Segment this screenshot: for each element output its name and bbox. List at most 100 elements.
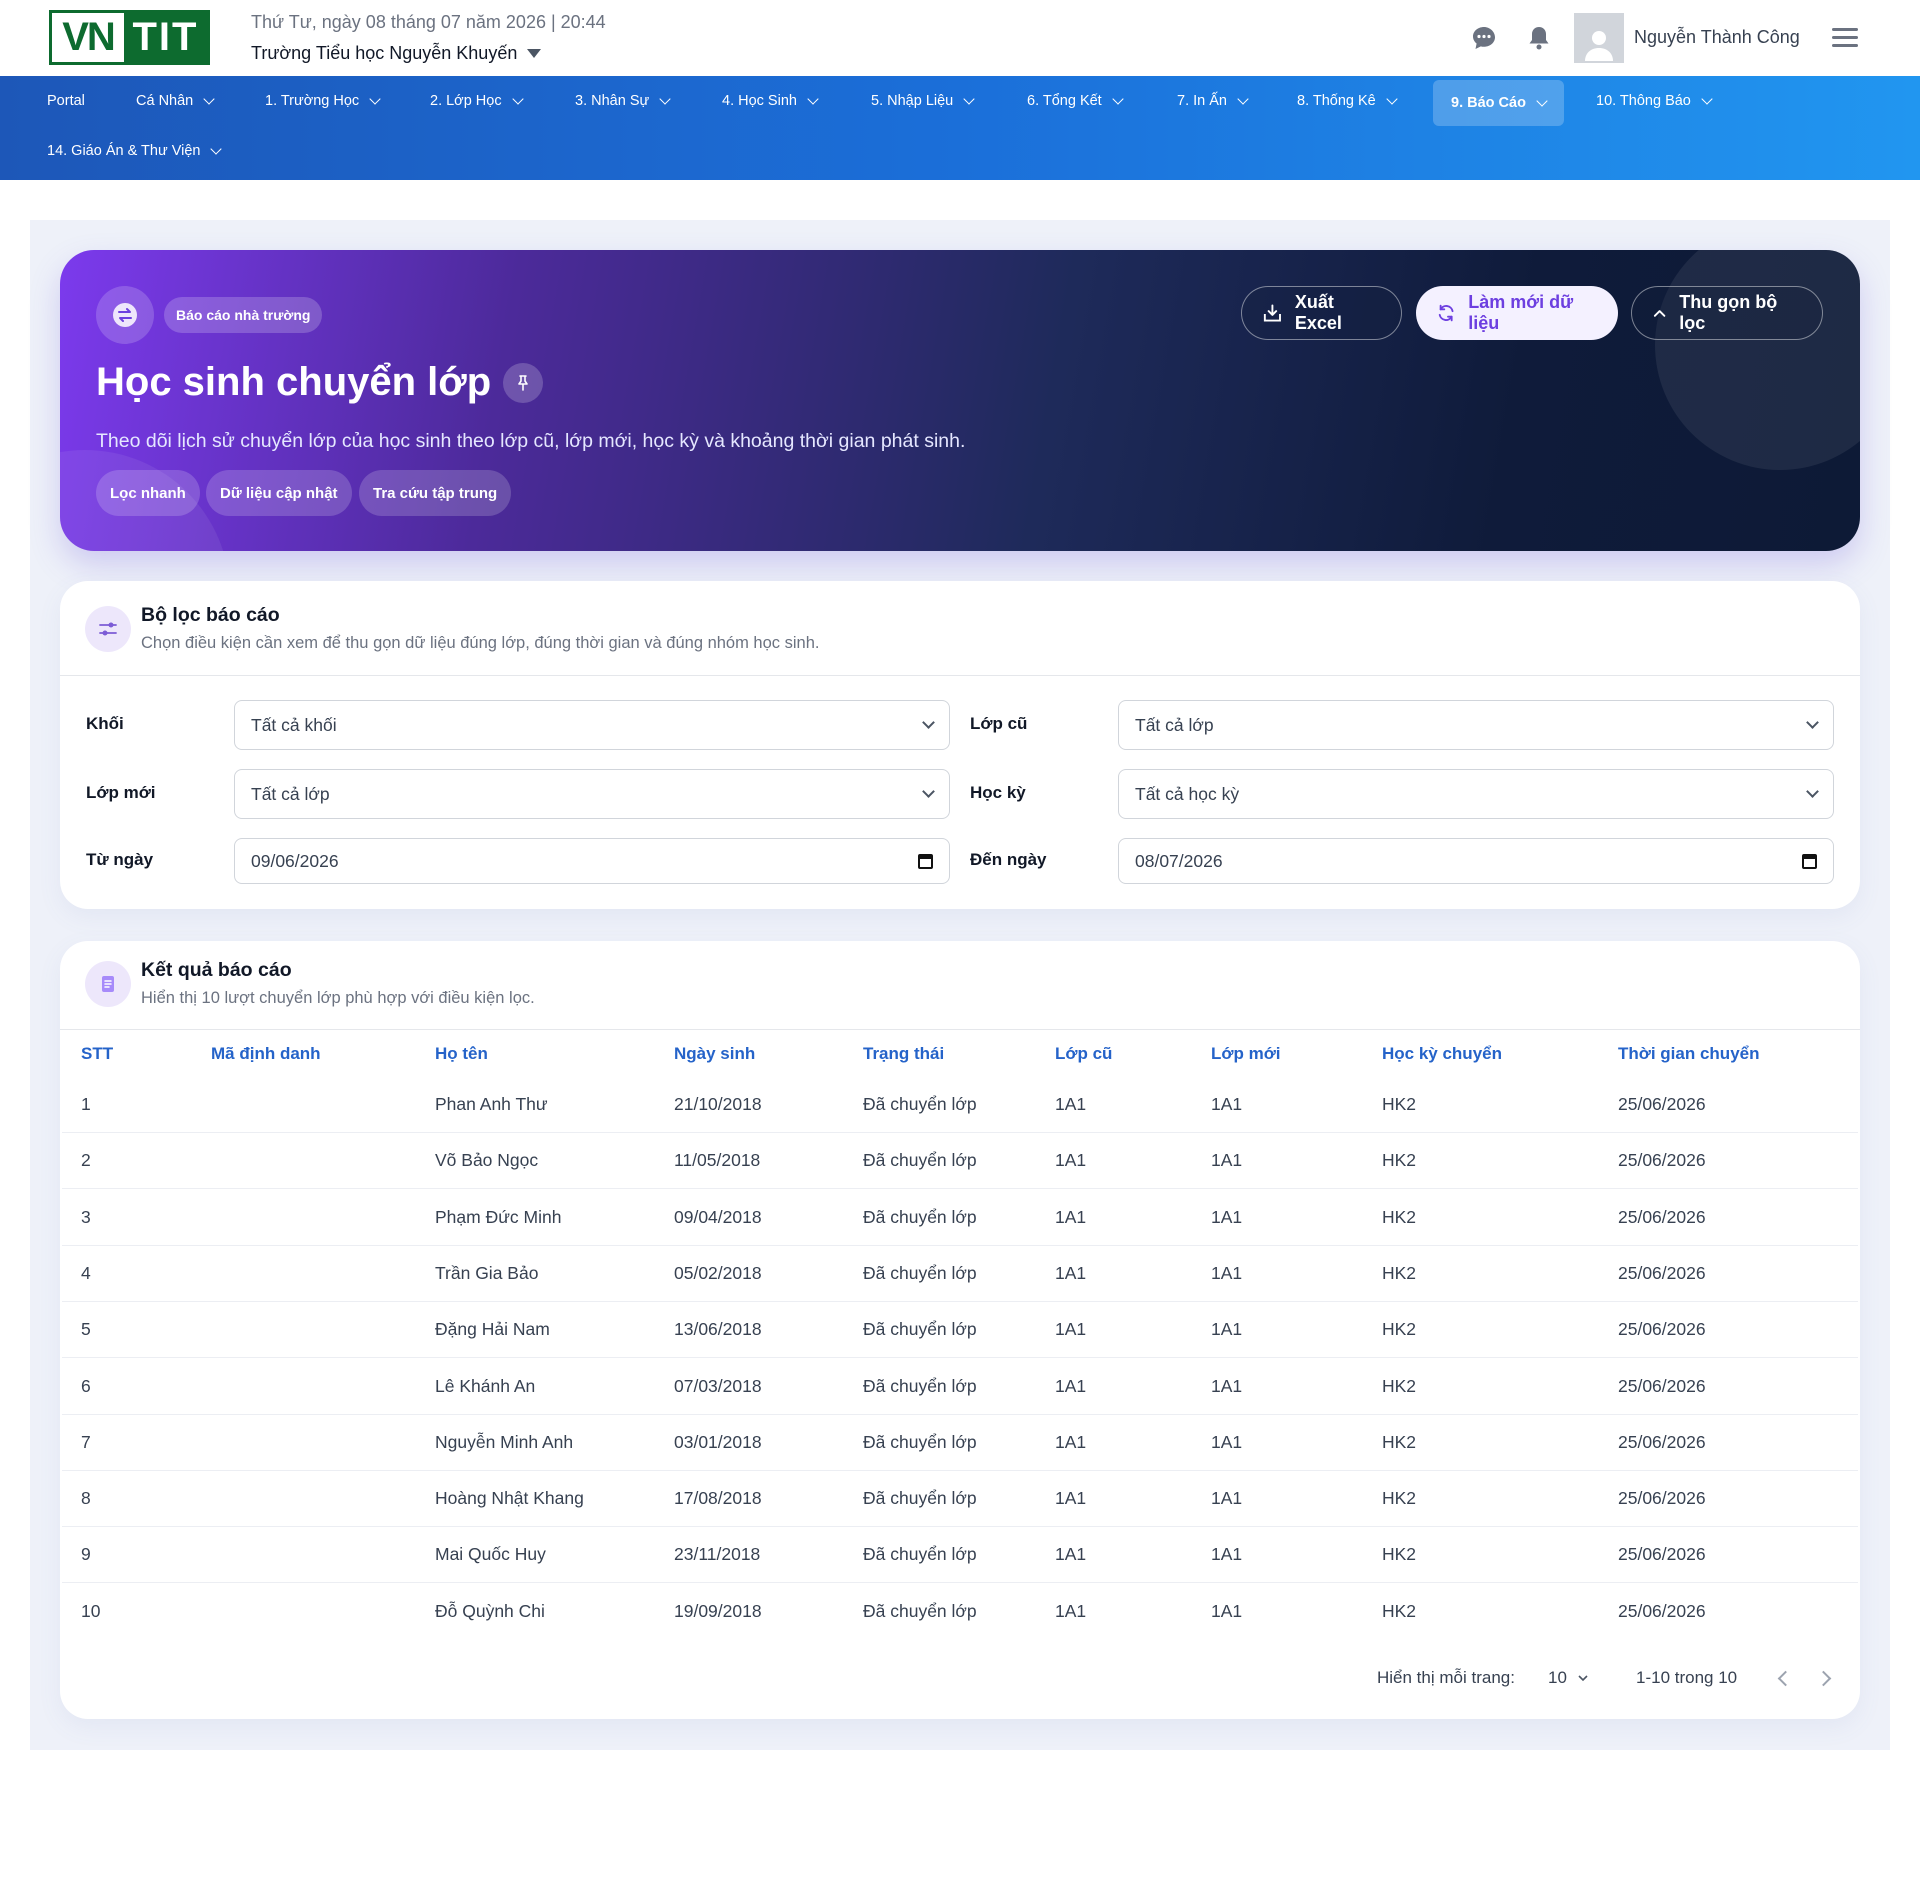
document-icon: [85, 961, 131, 1007]
top-header: VN TIT Thứ Tư, ngày 08 tháng 07 năm 2026…: [0, 0, 1920, 76]
hamburger-icon[interactable]: [1832, 28, 1858, 48]
nav-item-giao-an-thu-vien[interactable]: 14. Giáo Án & Thư Viện: [41, 130, 226, 172]
col-header-lop-cu[interactable]: Lớp cũ: [1055, 1044, 1112, 1064]
chevron-down-icon: [1386, 92, 1398, 105]
nav-item-nhap-lieu[interactable]: 5. Nhập Liệu: [865, 80, 979, 122]
per-page-value: 10: [1548, 1668, 1567, 1687]
to-date-label: Đến ngày: [970, 850, 1047, 869]
from-date-value: 09/06/2026: [251, 850, 339, 871]
new-class-select[interactable]: Tất cả lớp: [234, 769, 950, 819]
to-date-value: 08/07/2026: [1135, 850, 1223, 871]
col-header-stt[interactable]: STT: [81, 1044, 113, 1064]
cell-stt: 6: [81, 1376, 91, 1396]
cell-stt: 8: [81, 1488, 91, 1508]
cell-lop-cu: 1A1: [1055, 1263, 1087, 1283]
cell-lop-moi: 1A1: [1211, 1263, 1243, 1283]
chevron-down-icon: [1112, 92, 1124, 105]
cell-ngay-sinh: 07/03/2018: [674, 1376, 762, 1396]
old-class-select[interactable]: Tất cả lớp: [1118, 700, 1834, 750]
nav-item-nhan-su[interactable]: 3. Nhân Sự: [569, 80, 675, 122]
from-date-input[interactable]: 09/06/2026: [234, 838, 950, 884]
chevron-down-icon: [922, 716, 935, 729]
cell-hoc-ky-chuyen: HK2: [1382, 1319, 1417, 1339]
cell-trang-thai: Đã chuyển lớp: [863, 1432, 977, 1452]
per-page-select[interactable]: 10: [1548, 1668, 1589, 1688]
old-class-select-value: Tất cả lớp: [1135, 714, 1214, 735]
cell-stt: 9: [81, 1544, 91, 1564]
pin-button[interactable]: [503, 362, 544, 403]
chevron-down-icon: [369, 92, 381, 105]
nav-item-ca-nhan[interactable]: Cá Nhân: [130, 80, 219, 122]
cell-thoi-gian-chuyen: 25/06/2026: [1618, 1544, 1706, 1564]
chip-quick-filter[interactable]: Lọc nhanh: [96, 470, 200, 516]
semester-select-value: Tất cả học kỳ: [1135, 783, 1240, 804]
logo-tit-text: TIT: [132, 15, 199, 59]
nav-item-truong-hoc[interactable]: 1. Trường Học: [259, 80, 385, 122]
grade-select[interactable]: Tất cả khối: [234, 700, 950, 750]
cell-trang-thai: Đã chuyển lớp: [863, 1207, 977, 1227]
nav-item-hoc-sinh[interactable]: 4. Học Sinh: [716, 80, 823, 122]
chip-central-lookup[interactable]: Tra cứu tập trung: [359, 470, 512, 516]
nav-label: 3. Nhân Sự: [575, 93, 650, 109]
cell-hoc-ky-chuyen: HK2: [1382, 1488, 1417, 1508]
school-selector[interactable]: Trường Tiểu học Nguyễn Khuyến: [251, 43, 542, 64]
new-class-select-value: Tất cả lớp: [251, 783, 330, 804]
cell-stt: 5: [81, 1319, 91, 1339]
col-header-ho-ten[interactable]: Họ tên: [435, 1044, 488, 1064]
cell-lop-moi: 1A1: [1211, 1488, 1243, 1508]
avatar-icon: [1585, 31, 1613, 61]
decor-circle: [1655, 250, 1860, 470]
col-header-trang-thai[interactable]: Trạng thái: [863, 1044, 944, 1064]
row-divider: [62, 1526, 1858, 1527]
nav-item-lop-hoc[interactable]: 2. Lớp Học: [424, 80, 528, 122]
col-header-thoi-gian-chuyen[interactable]: Thời gian chuyển: [1618, 1044, 1760, 1064]
cell-hoc-ky-chuyen: HK2: [1382, 1544, 1417, 1564]
user-name[interactable]: Nguyễn Thành Công: [1634, 27, 1800, 48]
vntit-logo[interactable]: VN TIT: [49, 10, 210, 65]
refresh-data-button[interactable]: Làm mới dữ liệu: [1416, 286, 1618, 340]
cell-trang-thai: Đã chuyển lớp: [863, 1150, 977, 1170]
nav-label: Cá Nhân: [136, 93, 194, 109]
nav-item-in-an[interactable]: 7. In Ấn: [1171, 80, 1253, 122]
nav-item-tong-ket[interactable]: 6. Tổng Kết: [1021, 80, 1128, 122]
cell-thoi-gian-chuyen: 25/06/2026: [1618, 1094, 1706, 1114]
calendar-icon[interactable]: [918, 853, 933, 869]
chat-icon[interactable]: [1470, 24, 1498, 52]
nav-item-thong-ke[interactable]: 8. Thống Kê: [1291, 80, 1402, 122]
semester-select[interactable]: Tất cả học kỳ: [1118, 769, 1834, 819]
to-date-input[interactable]: 08/07/2026: [1118, 838, 1834, 884]
cell-ho-ten: Phạm Đức Minh: [435, 1207, 562, 1227]
chip-updated-data[interactable]: Dữ liệu cập nhật: [206, 470, 352, 516]
user-avatar[interactable]: [1574, 13, 1624, 63]
filter-card-title: Bộ lọc báo cáo: [141, 604, 280, 626]
nav-item-portal[interactable]: Portal: [41, 80, 91, 122]
cell-lop-moi: 1A1: [1211, 1601, 1243, 1621]
col-header-ma-dinh-danh[interactable]: Mã định danh: [211, 1044, 321, 1064]
col-header-hoc-ky-chuyen[interactable]: Học kỳ chuyển: [1382, 1044, 1502, 1064]
nav-label: Portal: [47, 93, 85, 109]
nav-item-bao-cao[interactable]: 9. Báo Cáo: [1433, 80, 1564, 126]
cell-lop-moi: 1A1: [1211, 1094, 1243, 1114]
chevron-down-icon: [922, 785, 935, 798]
nav-item-thong-bao[interactable]: 10. Thông Báo: [1590, 80, 1717, 122]
nav-label: 9. Báo Cáo: [1451, 95, 1526, 111]
cell-thoi-gian-chuyen: 25/06/2026: [1618, 1601, 1706, 1621]
row-divider: [62, 1188, 1858, 1189]
col-header-ngay-sinh[interactable]: Ngày sinh: [674, 1044, 755, 1064]
col-header-lop-moi[interactable]: Lớp mới: [1211, 1044, 1281, 1064]
calendar-icon[interactable]: [1802, 853, 1817, 869]
cell-ngay-sinh: 03/01/2018: [674, 1432, 762, 1452]
nav-label: 6. Tổng Kết: [1027, 93, 1102, 109]
page-description: Theo dõi lịch sử chuyển lớp của học sinh…: [96, 430, 966, 452]
chevron-down-icon: [1806, 716, 1819, 729]
cell-ngay-sinh: 23/11/2018: [674, 1544, 761, 1564]
export-excel-button[interactable]: Xuất Excel: [1241, 286, 1402, 340]
bell-icon[interactable]: [1525, 24, 1553, 52]
nav-label: 4. Học Sinh: [722, 93, 797, 109]
collapse-filter-button[interactable]: Thu gọn bộ lọc: [1631, 286, 1823, 340]
row-divider: [62, 1414, 1858, 1415]
cell-ho-ten: Đỗ Quỳnh Chi: [435, 1601, 545, 1621]
chevron-down-icon: [963, 92, 975, 105]
cell-lop-cu: 1A1: [1055, 1094, 1087, 1114]
cell-ho-ten: Nguyễn Minh Anh: [435, 1432, 574, 1452]
